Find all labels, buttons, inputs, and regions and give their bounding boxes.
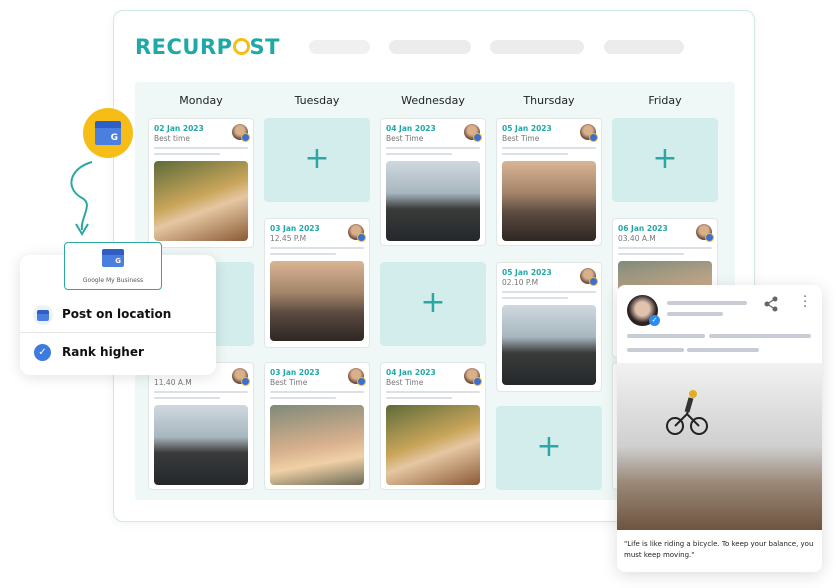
post-card[interactable]: 04 Jan 2023 Best Time [380,362,486,490]
day-header-wednesday: Wednesday [401,94,465,107]
post-card[interactable]: 03 Jan 2023 Best Time [264,362,370,490]
avatar [348,224,366,242]
more-vertical-icon[interactable]: · · · [803,291,807,314]
clock-icon [232,38,250,55]
post-card[interactable]: 04 Jan 2023 Best Time [380,118,486,246]
nav-placeholder[interactable] [389,40,471,54]
post-image [502,305,596,385]
post-image [617,363,822,530]
check-circle-icon: ✓ [34,344,51,361]
store-icon [33,305,53,325]
day-header-tuesday: Tuesday [294,94,340,107]
day-header-monday: Monday [179,94,223,107]
nav-placeholder[interactable] [309,40,370,54]
curved-arrow-icon [70,161,93,236]
day-header-thursday: Thursday [523,94,575,107]
gmb-logo: G Google My Business [64,242,162,290]
post-image [270,405,364,485]
post-quote: "Life is like riding a bicycle. To keep … [624,540,814,559]
post-card[interactable]: 03 Jan 2023 12.45 P.M [264,218,370,348]
share-icon[interactable] [763,296,779,312]
post-card[interactable]: 02 Jan 2023 Best time [148,118,254,248]
post-card[interactable]: 05 Jan 2023 Best Time [496,118,602,246]
post-card[interactable]: 11.40 A.M [148,362,254,490]
avatar [232,368,250,386]
avatar [232,124,250,142]
store-icon: G [102,249,124,267]
add-post-button[interactable]: + [496,406,602,490]
avatar [580,124,598,142]
avatar [464,368,482,386]
add-post-button[interactable]: + [264,118,370,202]
day-header-friday: Friday [648,94,682,107]
avatar [696,224,714,242]
avatar [348,368,366,386]
google-my-business-icon: G [83,108,133,158]
post-image [502,161,596,241]
post-image [386,405,480,485]
post-image [154,405,248,485]
add-post-button[interactable]: + [380,262,486,346]
post-image [154,161,248,241]
nav-placeholder[interactable] [604,40,684,54]
avatar [580,268,598,286]
nav-placeholder[interactable] [490,40,584,54]
post-card[interactable]: 05 Jan 2023 02.10 P.M [496,262,602,392]
rank-higher-item[interactable]: Rank higher [62,345,144,359]
post-image [386,161,480,241]
verified-icon: ✓ [649,315,660,326]
add-post-button[interactable]: + [612,118,718,202]
post-image [270,261,364,341]
post-on-location-item[interactable]: Post on location [62,307,171,321]
avatar [464,124,482,142]
recurpost-logo: RECURP ST [135,35,280,59]
post-preview-card: ✓ · · · "Life is like riding a bicycle. To… [617,285,822,572]
